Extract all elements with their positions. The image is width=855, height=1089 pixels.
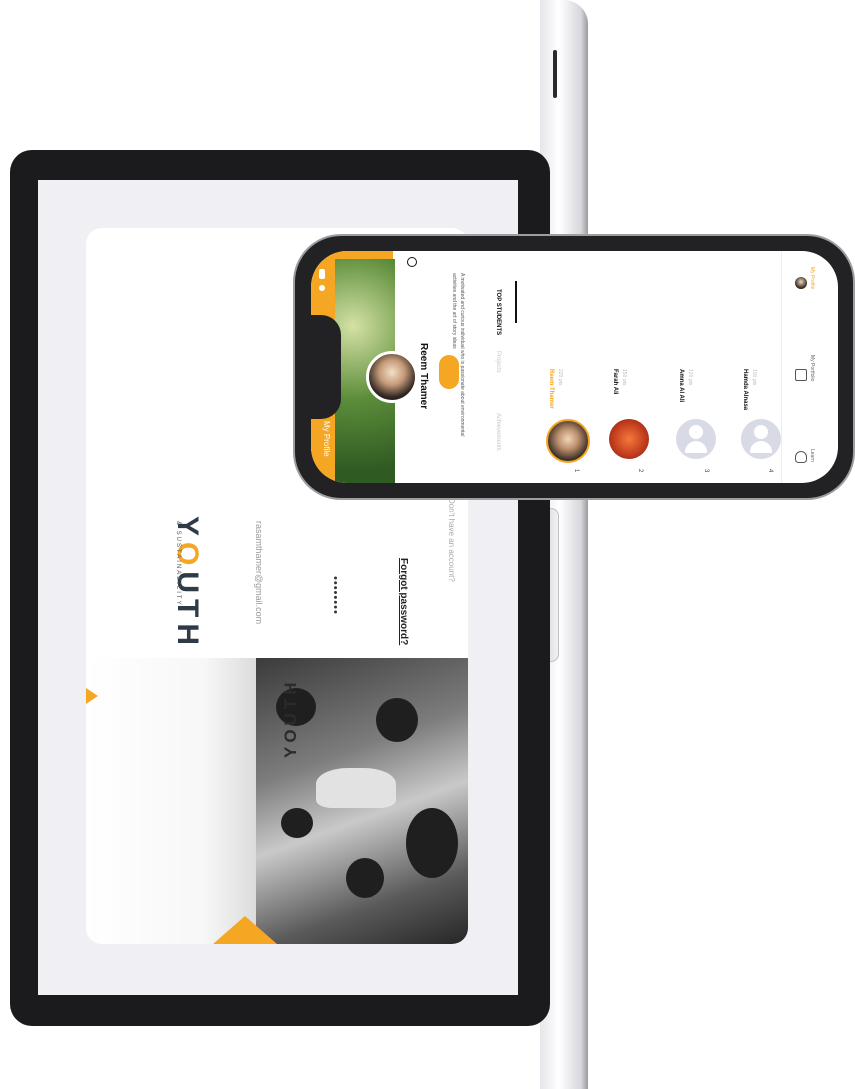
student-avatar[interactable] xyxy=(676,419,716,459)
active-tab-indicator xyxy=(515,281,517,323)
user-placeholder-icon xyxy=(689,425,703,439)
person-head xyxy=(376,698,418,742)
person-head xyxy=(281,808,313,838)
student-rank: 4 xyxy=(767,469,773,473)
tab-bar-divider xyxy=(781,251,782,483)
student-avatar[interactable] xyxy=(609,419,649,459)
bulb-icon[interactable] xyxy=(795,451,807,463)
student-rank: 3 xyxy=(703,469,709,473)
profile-name: Reem Thamer xyxy=(418,343,429,410)
student-name[interactable]: Amna Al Ali xyxy=(678,369,684,402)
photo-logo: YOUTH xyxy=(281,678,300,759)
student-name[interactable]: Farah Ali xyxy=(612,369,618,394)
user-placeholder-icon xyxy=(750,441,772,453)
signup-prompt[interactable]: Don't have an account? xyxy=(447,498,456,582)
student-rank: 1 xyxy=(573,469,579,473)
phone-screen: My Profile Reem Thamer A motivated and c… xyxy=(311,251,838,483)
status-icons xyxy=(319,269,349,309)
forgot-password-link[interactable]: Forgot password? xyxy=(398,558,409,645)
person-head xyxy=(346,858,384,898)
table-surface xyxy=(316,768,396,808)
profile-avatar xyxy=(366,351,418,403)
student-avatar[interactable] xyxy=(741,419,781,459)
student-points: 220 pts xyxy=(557,369,563,386)
photo-fade xyxy=(86,658,256,944)
profile-nav-avatar[interactable] xyxy=(795,277,807,289)
laptop-vent xyxy=(553,50,557,98)
nav-learn[interactable]: Learn xyxy=(809,449,815,462)
battery-icon xyxy=(319,269,325,279)
email-field[interactable]: rasamthamer@gmail.com xyxy=(254,521,264,624)
student-avatar[interactable] xyxy=(546,419,590,463)
nav-profile[interactable]: My Profile xyxy=(809,267,815,289)
profile-bio: A motivated and curious individual who i… xyxy=(451,273,465,437)
tab-projects[interactable]: Projects xyxy=(495,351,501,373)
tab-top-students[interactable]: TOP STUDENTS xyxy=(495,289,501,335)
user-placeholder-icon xyxy=(685,441,707,453)
accent-triangle xyxy=(213,916,277,944)
student-name[interactable]: Reem Thamer xyxy=(548,369,554,409)
tab-achievements[interactable]: Achievements xyxy=(495,413,501,451)
user-placeholder-icon xyxy=(754,425,768,439)
wifi-icon xyxy=(319,285,325,291)
student-points: 120 pts xyxy=(687,369,693,386)
nav-portfolio[interactable]: My Portfolio xyxy=(809,355,815,381)
phone-notch xyxy=(311,315,341,419)
student-points: 150 pts xyxy=(621,369,627,386)
student-points: 100 pts xyxy=(751,369,757,386)
student-rank: 2 xyxy=(637,469,643,473)
brand-tagline: & SUSTAINABILITY xyxy=(175,521,181,607)
header-title: My Profile xyxy=(322,421,331,457)
accent-triangle xyxy=(86,688,98,704)
student-name[interactable]: Hamda Alnasa xyxy=(742,369,748,410)
person-body xyxy=(406,808,458,878)
password-field[interactable]: •••••••• xyxy=(329,576,341,615)
settings-icon[interactable] xyxy=(407,257,417,267)
portfolio-icon[interactable] xyxy=(795,369,807,381)
